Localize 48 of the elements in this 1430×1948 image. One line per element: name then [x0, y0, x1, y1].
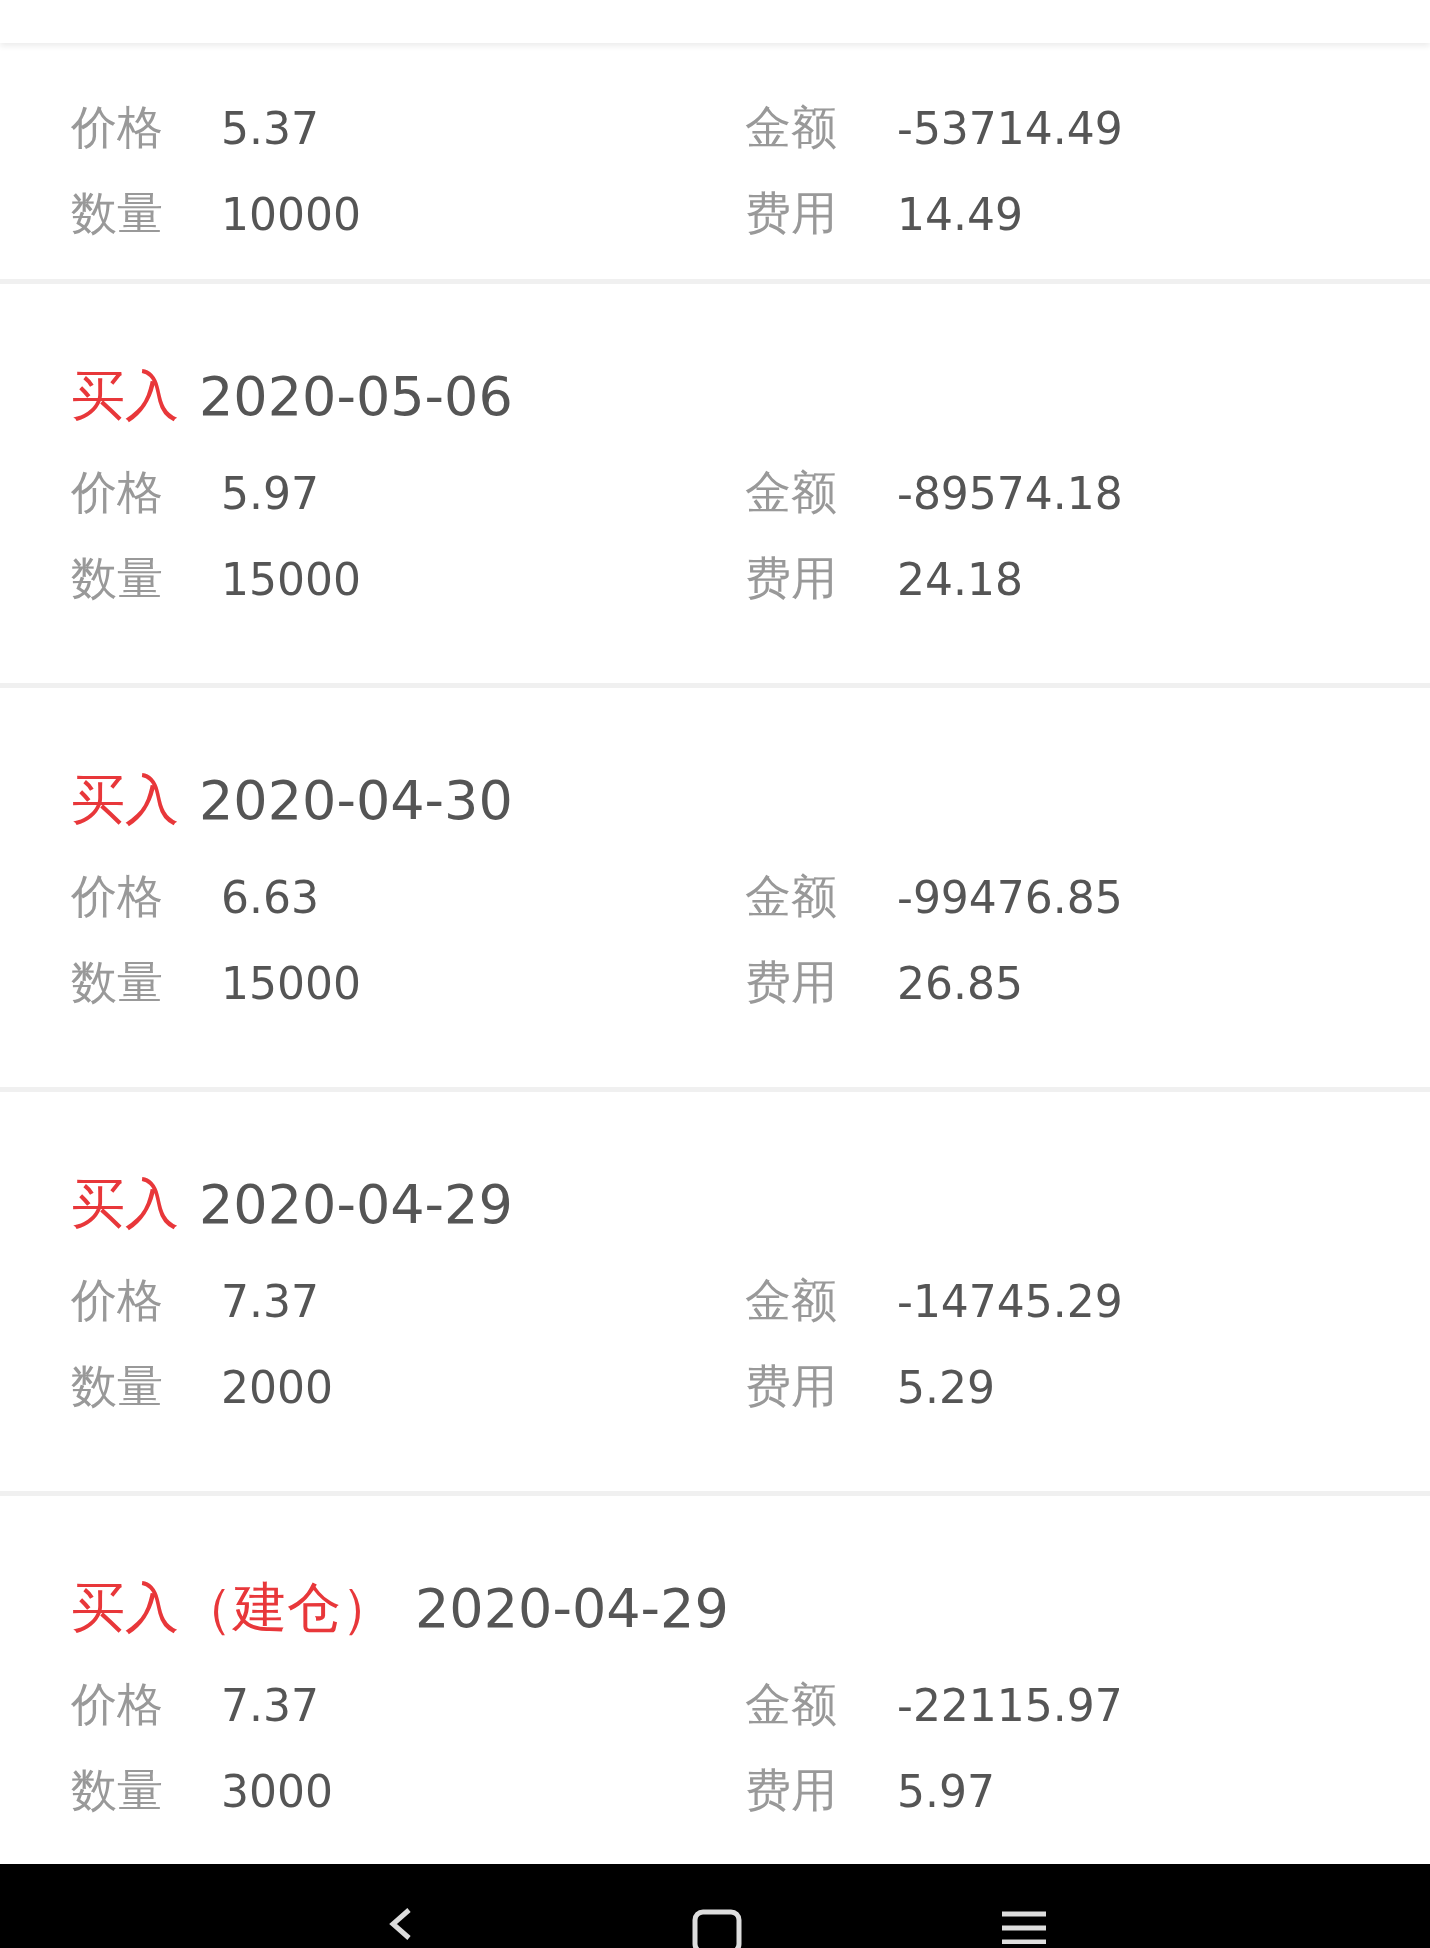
- field-value: 24.18: [897, 553, 1023, 605]
- field-value: 5.97: [897, 1765, 995, 1817]
- field-label: 价格: [71, 1273, 163, 1327]
- field-value: 15000: [221, 957, 361, 1009]
- field-value: 14.49: [897, 188, 1023, 240]
- trade-date: 2020-04-30: [199, 768, 513, 832]
- trade-action: 买入: [71, 766, 179, 833]
- field-label: 费用: [745, 1359, 837, 1413]
- trade-date: 2020-05-06: [199, 364, 513, 428]
- field-value: 2000: [221, 1361, 333, 1413]
- field-value: -14745.29: [897, 1275, 1123, 1327]
- field-value: 5.29: [897, 1361, 995, 1413]
- field-label: 费用: [745, 186, 837, 240]
- trade-action: 买入: [71, 1170, 179, 1237]
- field-value: 26.85: [897, 957, 1023, 1009]
- field-label: 数量: [71, 186, 163, 240]
- field-label: 数量: [71, 955, 163, 1009]
- field-value: 10000: [221, 188, 361, 240]
- field-label: 数量: [71, 551, 163, 605]
- field-label: 价格: [71, 465, 163, 519]
- field-label: 金额: [745, 100, 837, 154]
- field-label: 数量: [71, 1763, 163, 1817]
- field-value: 15000: [221, 553, 361, 605]
- field-value: 7.37: [221, 1679, 319, 1731]
- field-value: 7.37: [221, 1275, 319, 1327]
- field-label: 价格: [71, 869, 163, 923]
- field-value: -22115.97: [897, 1679, 1123, 1731]
- field-value: -89574.18: [897, 467, 1123, 519]
- field-label: 价格: [71, 100, 163, 154]
- field-label: 费用: [745, 955, 837, 1009]
- field-label: 价格: [71, 1677, 163, 1731]
- field-label: 金额: [745, 869, 837, 923]
- field-label: 费用: [745, 551, 837, 605]
- field-value: 3000: [221, 1765, 333, 1817]
- trade-action: 买入: [71, 362, 179, 429]
- trade-action: 买入（建仓）: [71, 1574, 395, 1641]
- field-label: 费用: [745, 1763, 837, 1817]
- field-label: 数量: [71, 1359, 163, 1413]
- field-value: -99476.85: [897, 871, 1123, 923]
- field-value: 5.37: [221, 102, 319, 154]
- field-label: 金额: [745, 1677, 837, 1731]
- trade-date: 2020-04-29: [199, 1172, 513, 1236]
- field-value: -53714.49: [897, 102, 1123, 154]
- field-value: 6.63: [221, 871, 319, 923]
- field-value: 5.97: [221, 467, 319, 519]
- field-label: 金额: [745, 1273, 837, 1327]
- trade-date: 2020-04-29: [415, 1576, 729, 1640]
- field-label: 金额: [745, 465, 837, 519]
